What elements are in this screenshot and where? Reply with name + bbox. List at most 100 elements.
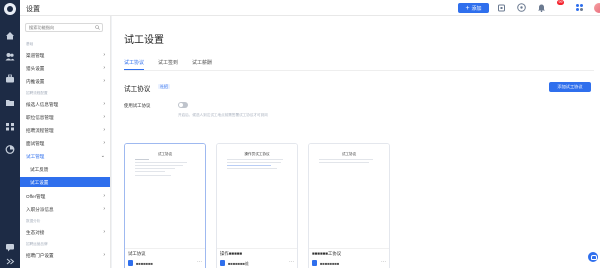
sidebar-item-candidate-info[interactable]: 候选人信息管理 › bbox=[20, 99, 110, 109]
more-icon[interactable]: ··· bbox=[197, 259, 202, 265]
sidebar-item-onboarding[interactable]: 入职分派信息 › bbox=[20, 204, 110, 214]
briefcase-icon[interactable] bbox=[5, 74, 15, 83]
agreement-card[interactable]: 操作员试工协议 操作■■■■■ ■■■■■■■维 ··· bbox=[216, 143, 298, 268]
avatar[interactable] bbox=[594, 3, 600, 13]
sidebar-item-headhunter[interactable]: 猎头设置 › bbox=[20, 63, 110, 73]
card-name: 试工协议 bbox=[128, 251, 146, 256]
home-icon[interactable] bbox=[497, 3, 507, 13]
sidebar-item-label: 招聘流程管理 bbox=[26, 127, 54, 133]
notification-badge: 99 bbox=[557, 0, 564, 5]
sidebar-item-trial-feedback[interactable]: 试工反馈 bbox=[20, 164, 110, 174]
sidebar-item-trial-settings[interactable]: 试工设置 bbox=[20, 177, 110, 187]
sidebar-item-label: 招聘门户设置 bbox=[26, 252, 54, 258]
preview-title: 操作员试工协议 bbox=[244, 152, 270, 156]
sidebar-item-portal[interactable]: 招聘门户设置 › bbox=[20, 250, 110, 260]
chat-help-button[interactable] bbox=[588, 252, 598, 262]
sidebar-item-label: Offer管理 bbox=[26, 193, 46, 199]
preview-title: 试工协议 bbox=[157, 152, 173, 156]
text-line bbox=[319, 159, 373, 160]
sidebar-section-label: 招聘运营品牌 bbox=[26, 242, 48, 246]
tab-trial-pay[interactable]: 试工薪酬 bbox=[192, 59, 212, 70]
sidebar-item-label: 猎头设置 bbox=[26, 65, 45, 71]
section-tag: 社招 bbox=[158, 84, 170, 89]
document-thumbnail: 试工协议 bbox=[319, 152, 379, 232]
chevron-right-icon: › bbox=[103, 64, 105, 71]
card-name: ■■■■■■工协议 bbox=[312, 251, 342, 256]
agreement-card[interactable]: 试工协议 试工协议 ■■■■■■■ ··· bbox=[124, 143, 206, 268]
use-agreement-toggle[interactable] bbox=[178, 102, 188, 108]
tab-bar: 试工协议 试工签到 试工薪酬 bbox=[124, 59, 594, 71]
apps-icon[interactable] bbox=[575, 3, 585, 13]
sidebar-item-label: 生态对接 bbox=[26, 229, 45, 235]
sidebar-item-offer[interactable]: Offer管理 › bbox=[20, 191, 110, 201]
text-line bbox=[135, 159, 149, 160]
sidebar-item-label: 入职分派信息 bbox=[26, 206, 54, 212]
sidebar-item-channel[interactable]: 渠道管理 › bbox=[20, 50, 110, 60]
more-icon[interactable]: ··· bbox=[289, 259, 294, 265]
grid-icon[interactable] bbox=[5, 122, 15, 131]
owner-name: ■■■■■■■■ bbox=[320, 261, 340, 266]
search-box[interactable] bbox=[25, 23, 103, 32]
sidebar-item-label: 渠道管理 bbox=[26, 52, 45, 58]
text-line bbox=[135, 175, 171, 176]
chevron-right-icon: › bbox=[103, 139, 105, 146]
owner-name: ■■■■■■■维 bbox=[228, 261, 249, 266]
search-input[interactable] bbox=[29, 24, 95, 31]
tab-trial-checkin[interactable]: 试工签到 bbox=[158, 59, 178, 70]
document-icon bbox=[312, 260, 317, 266]
chevron-right-icon: › bbox=[103, 126, 105, 133]
sidebar-item-label: 面试管理 bbox=[26, 140, 45, 146]
expand-icon[interactable] bbox=[5, 257, 15, 266]
app-rail bbox=[0, 0, 20, 268]
owner-name: ■■■■■■■ bbox=[136, 261, 153, 266]
sidebar-section-label: 招聘流程配置 bbox=[26, 91, 48, 95]
sidebar-item-label: 职位信息管理 bbox=[26, 114, 54, 120]
settings-sidebar: 基础 渠道管理 › 猎头设置 › 内推设置 › 招聘流程配置 候选人信息管理 ›… bbox=[20, 16, 111, 268]
bell-icon[interactable] bbox=[537, 3, 547, 13]
sidebar-item-position-info[interactable]: 职位信息管理 › bbox=[20, 112, 110, 122]
chart-icon[interactable] bbox=[5, 145, 15, 154]
help-icon[interactable] bbox=[517, 3, 527, 13]
app-logo[interactable] bbox=[4, 3, 16, 15]
card-footer: 操作■■■■■ ■■■■■■■维 ··· bbox=[217, 248, 297, 268]
message-icon[interactable] bbox=[5, 243, 15, 252]
sidebar-section-label: 数据分析 bbox=[26, 219, 41, 223]
app-title: 设置 bbox=[26, 6, 40, 13]
folder-icon[interactable] bbox=[5, 98, 15, 107]
agreement-card[interactable]: 试工协议 ■■■■■■工协议 ■■■■■■■■ ··· bbox=[308, 143, 390, 268]
add-button[interactable]: + 添加 bbox=[458, 3, 489, 13]
chevron-right-icon: › bbox=[103, 228, 105, 235]
main-content: 试工设置 试工协议 试工签到 试工薪酬 试工协议 社招 添加试工协议 使用试工协… bbox=[112, 16, 600, 268]
sidebar-item-label: 内推设置 bbox=[26, 78, 45, 84]
sidebar-item-interview[interactable]: 面试管理 › bbox=[20, 138, 110, 148]
home-icon[interactable] bbox=[5, 31, 15, 40]
document-thumbnail: 试工协议 bbox=[135, 152, 195, 232]
search-icon bbox=[95, 25, 100, 30]
chevron-right-icon: › bbox=[103, 192, 105, 199]
people-icon[interactable] bbox=[5, 52, 15, 61]
agreement-preview: 操作员试工协议 bbox=[217, 144, 297, 244]
switch-hint: 开启后，候选人到达试工地点前需签署试工协议才可到岗 bbox=[178, 113, 268, 117]
sidebar-item-ecosystem[interactable]: 生态对接 › bbox=[20, 227, 110, 237]
sidebar-item-trial[interactable]: 试工管理 ⌄ bbox=[20, 151, 110, 161]
card-owner: ■■■■■■■ ··· bbox=[128, 259, 204, 267]
chevron-right-icon: › bbox=[103, 113, 105, 120]
document-icon bbox=[220, 260, 225, 266]
card-owner: ■■■■■■■维 ··· bbox=[220, 259, 296, 267]
sidebar-item-referral[interactable]: 内推设置 › bbox=[20, 76, 110, 86]
more-icon[interactable]: ··· bbox=[381, 259, 386, 265]
text-line bbox=[227, 159, 283, 160]
switch-label: 使用试工协议 bbox=[124, 103, 151, 108]
sidebar-section-label: 基础 bbox=[26, 42, 34, 46]
plus-icon: + bbox=[465, 4, 470, 12]
add-agreement-button[interactable]: 添加试工协议 bbox=[549, 82, 591, 92]
text-line bbox=[319, 162, 369, 163]
chevron-right-icon: › bbox=[103, 205, 105, 212]
sidebar-item-process[interactable]: 招聘流程管理 › bbox=[20, 125, 110, 135]
text-line bbox=[135, 171, 165, 172]
tab-trial-agreement[interactable]: 试工协议 bbox=[124, 59, 145, 70]
chevron-right-icon: › bbox=[103, 77, 105, 84]
card-name: 操作■■■■■ bbox=[220, 251, 243, 256]
text-line bbox=[135, 165, 183, 166]
chevron-right-icon: › bbox=[103, 251, 105, 258]
